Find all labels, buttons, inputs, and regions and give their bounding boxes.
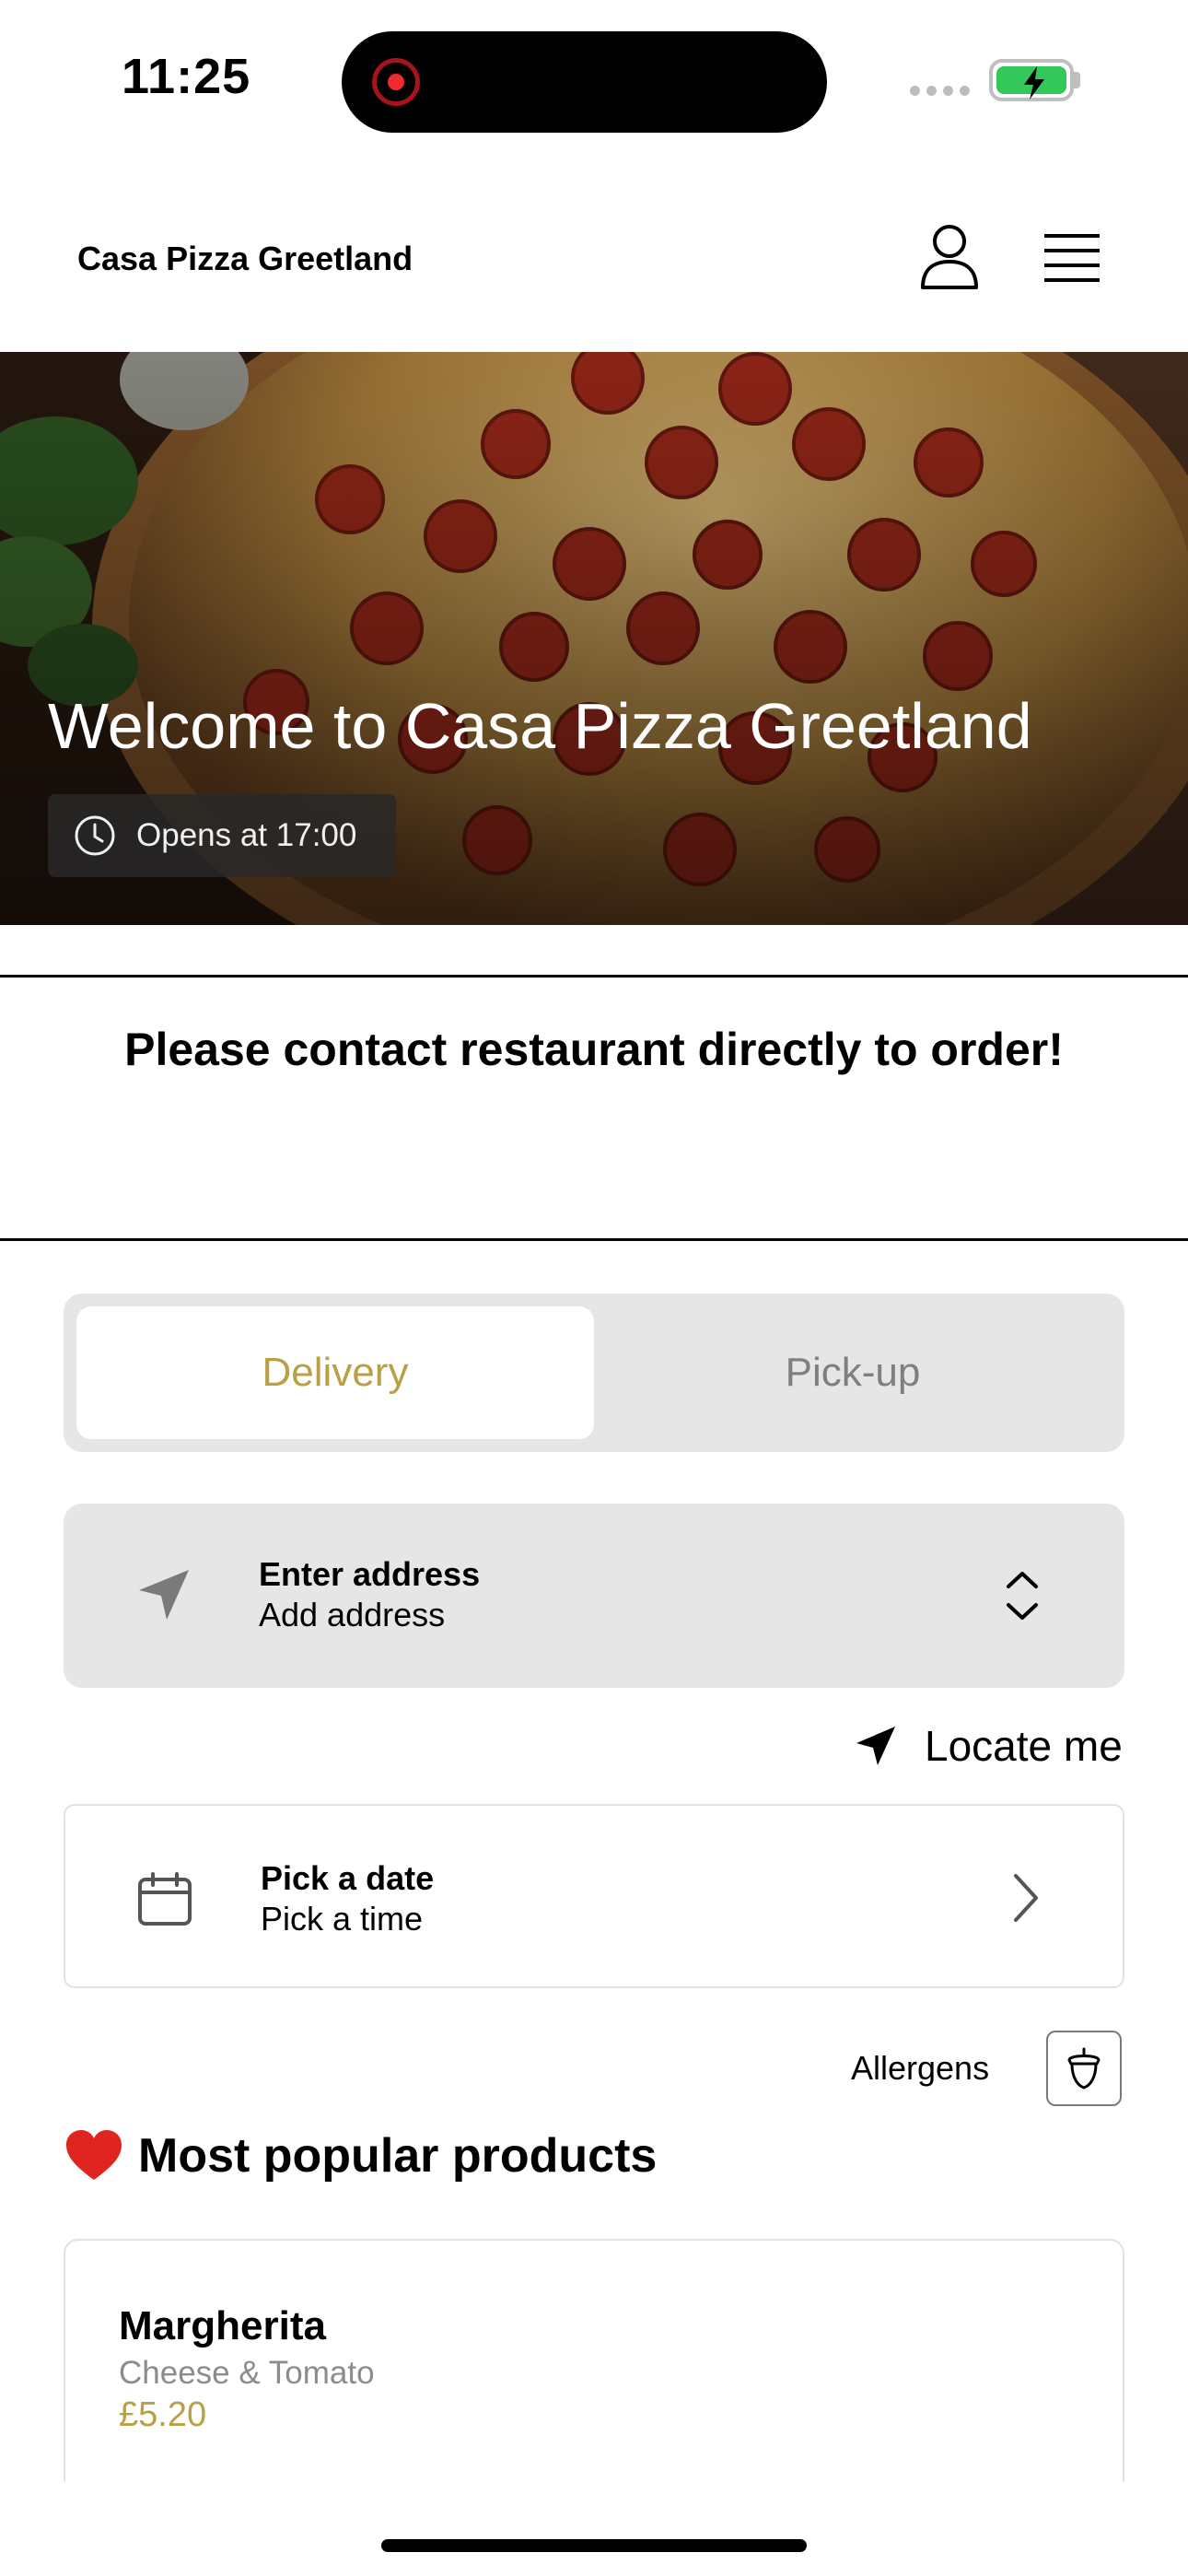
app-header: Casa Pizza Greetland [0, 157, 1188, 352]
tab-delivery[interactable]: Delivery [76, 1306, 594, 1439]
product-description: Cheese & Tomato [119, 2355, 375, 2391]
chevron-right-icon [1014, 1874, 1038, 1922]
opening-hours-text: Opens at 17:00 [136, 817, 357, 853]
battery-icon [989, 59, 1074, 101]
order-type-toggle: Delivery Pick-up [64, 1294, 1124, 1452]
screen-recording-icon [372, 58, 420, 106]
time-label: Pick a time [261, 1900, 424, 1938]
allergens-label: Allergens [851, 2049, 990, 2087]
divider [0, 1238, 1188, 1241]
restaurant-name[interactable]: Casa Pizza Greetland [77, 240, 413, 278]
home-indicator[interactable] [381, 2539, 807, 2552]
address-title: Enter address [259, 1555, 481, 1593]
heart-icon [66, 2130, 122, 2180]
allergens-button[interactable] [1046, 2031, 1122, 2106]
user-icon[interactable] [917, 223, 982, 289]
chevron-up-down-icon [1007, 1572, 1038, 1620]
battery-tip [1074, 72, 1080, 88]
acorn-icon [1067, 2047, 1101, 2090]
calendar-icon [138, 1872, 192, 1926]
hero-title: Welcome to Casa Pizza Greetland [48, 690, 1032, 762]
popular-products-heading: Most popular products [64, 2128, 657, 2184]
hero-banner: Welcome to Casa Pizza Greetland Opens at… [0, 352, 1188, 925]
status-bar: 11:25 [0, 0, 1188, 157]
cellular-signal-icon [910, 86, 970, 96]
tab-pickup[interactable]: Pick-up [594, 1306, 1112, 1439]
opening-hours-badge: Opens at 17:00 [48, 794, 396, 877]
screen: 11:25 Casa Pizza Greetland Welcome to Ca… [0, 0, 1188, 2576]
locate-me-label: Locate me [925, 1722, 1123, 1770]
address-selector[interactable]: Enter address Add address [64, 1504, 1124, 1688]
hamburger-menu-icon[interactable] [1042, 230, 1101, 286]
charging-bolt-icon [1024, 66, 1044, 100]
order-notice: Please contact restaurant directly to or… [124, 1024, 1064, 1075]
popular-products-title: Most popular products [138, 2129, 658, 2183]
clock-icon [75, 815, 115, 856]
location-arrow-icon [139, 1570, 189, 1620]
date-label: Pick a date [261, 1859, 435, 1897]
date-time-selector[interactable]: Pick a date Pick a time [64, 1804, 1124, 1988]
status-time: 11:25 [122, 49, 251, 104]
product-name: Margherita [119, 2303, 326, 2348]
dynamic-island [342, 31, 827, 133]
address-placeholder: Add address [259, 1596, 446, 1633]
location-arrow-icon [856, 1727, 895, 1765]
bottom-safe-area [0, 2482, 1188, 2576]
locate-me-button[interactable]: Locate me [855, 1721, 1123, 1771]
divider [0, 975, 1188, 978]
product-price: £5.20 [119, 2395, 207, 2434]
